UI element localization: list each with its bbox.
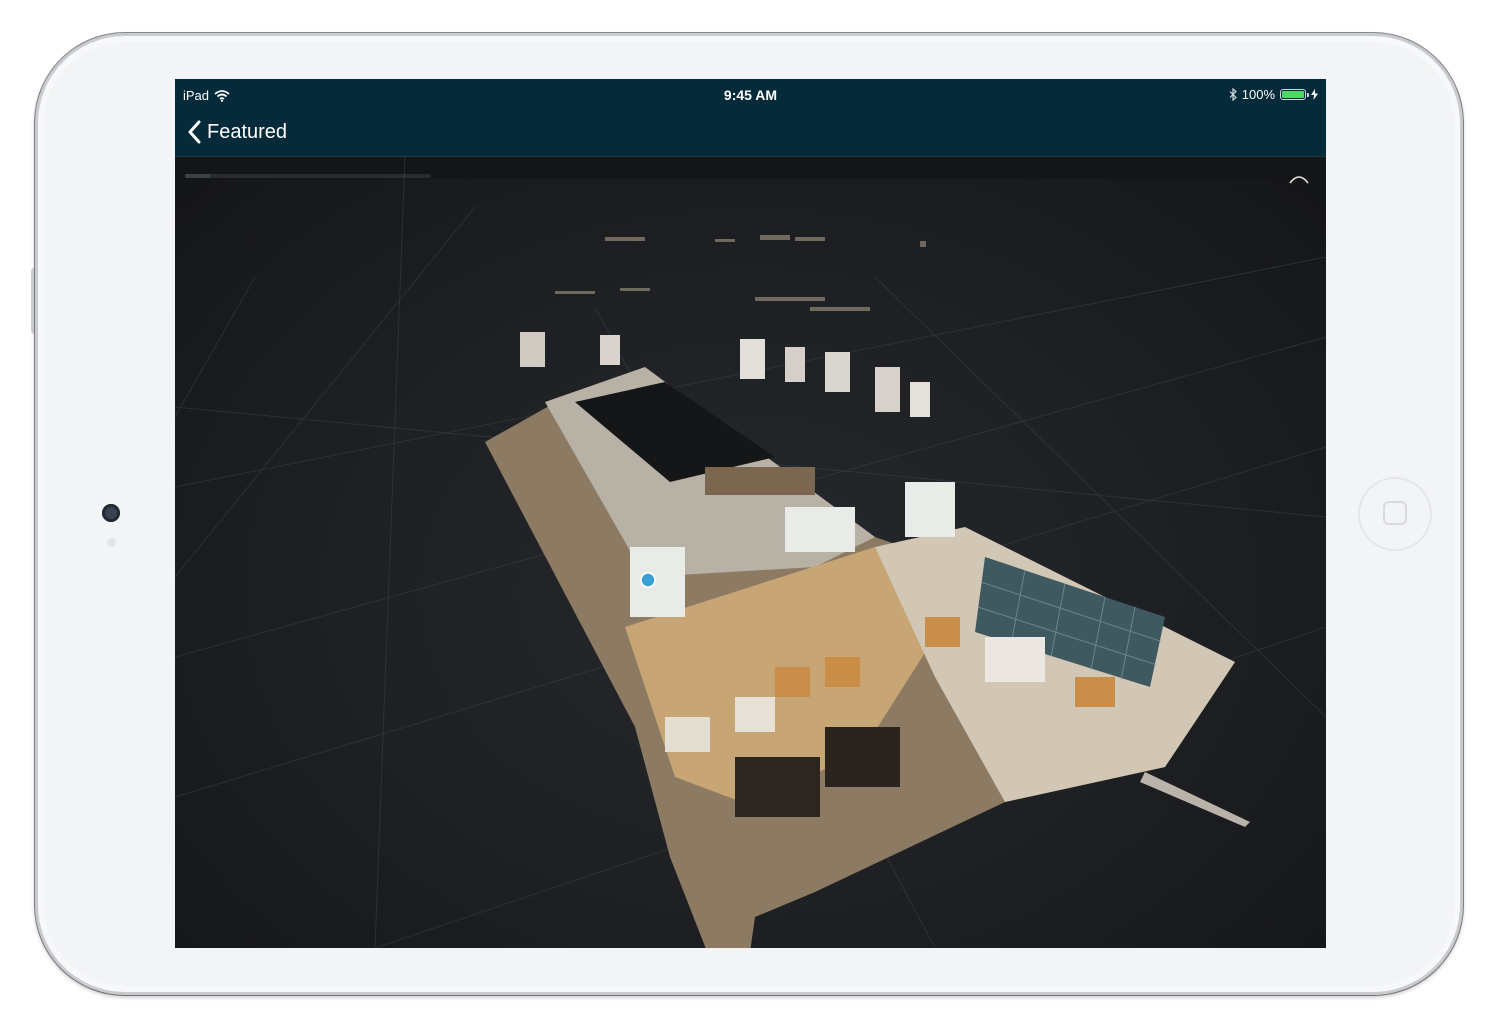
home-button[interactable] xyxy=(1358,477,1432,551)
scan-fragments xyxy=(555,235,926,311)
status-time: 9:45 AM xyxy=(723,87,778,103)
battery-level-fill xyxy=(1282,91,1304,98)
front-camera xyxy=(102,504,120,522)
status-bar: iPad 9:45 AM 100% xyxy=(175,79,1326,111)
home-button-square-icon xyxy=(1383,501,1407,525)
ambient-sensor xyxy=(107,538,116,547)
back-button-label: Featured xyxy=(207,120,288,143)
battery-percent: 100% xyxy=(1241,87,1275,102)
chevron-left-icon xyxy=(188,120,201,144)
charging-bolt-icon xyxy=(1311,89,1318,100)
3d-model-viewer[interactable] xyxy=(175,157,1326,948)
back-button[interactable]: Featured xyxy=(187,117,287,147)
walkway xyxy=(1140,772,1250,827)
battery-icon xyxy=(1280,89,1309,100)
device-screen: iPad 9:45 AM 100% Featured xyxy=(175,79,1326,948)
info-hotspot-icon xyxy=(640,572,656,588)
bluetooth-icon xyxy=(1229,88,1237,101)
navigation-bar: Featured xyxy=(175,111,1326,157)
status-right: 100% xyxy=(1229,87,1318,102)
dollhouse-model[interactable] xyxy=(175,157,1326,948)
